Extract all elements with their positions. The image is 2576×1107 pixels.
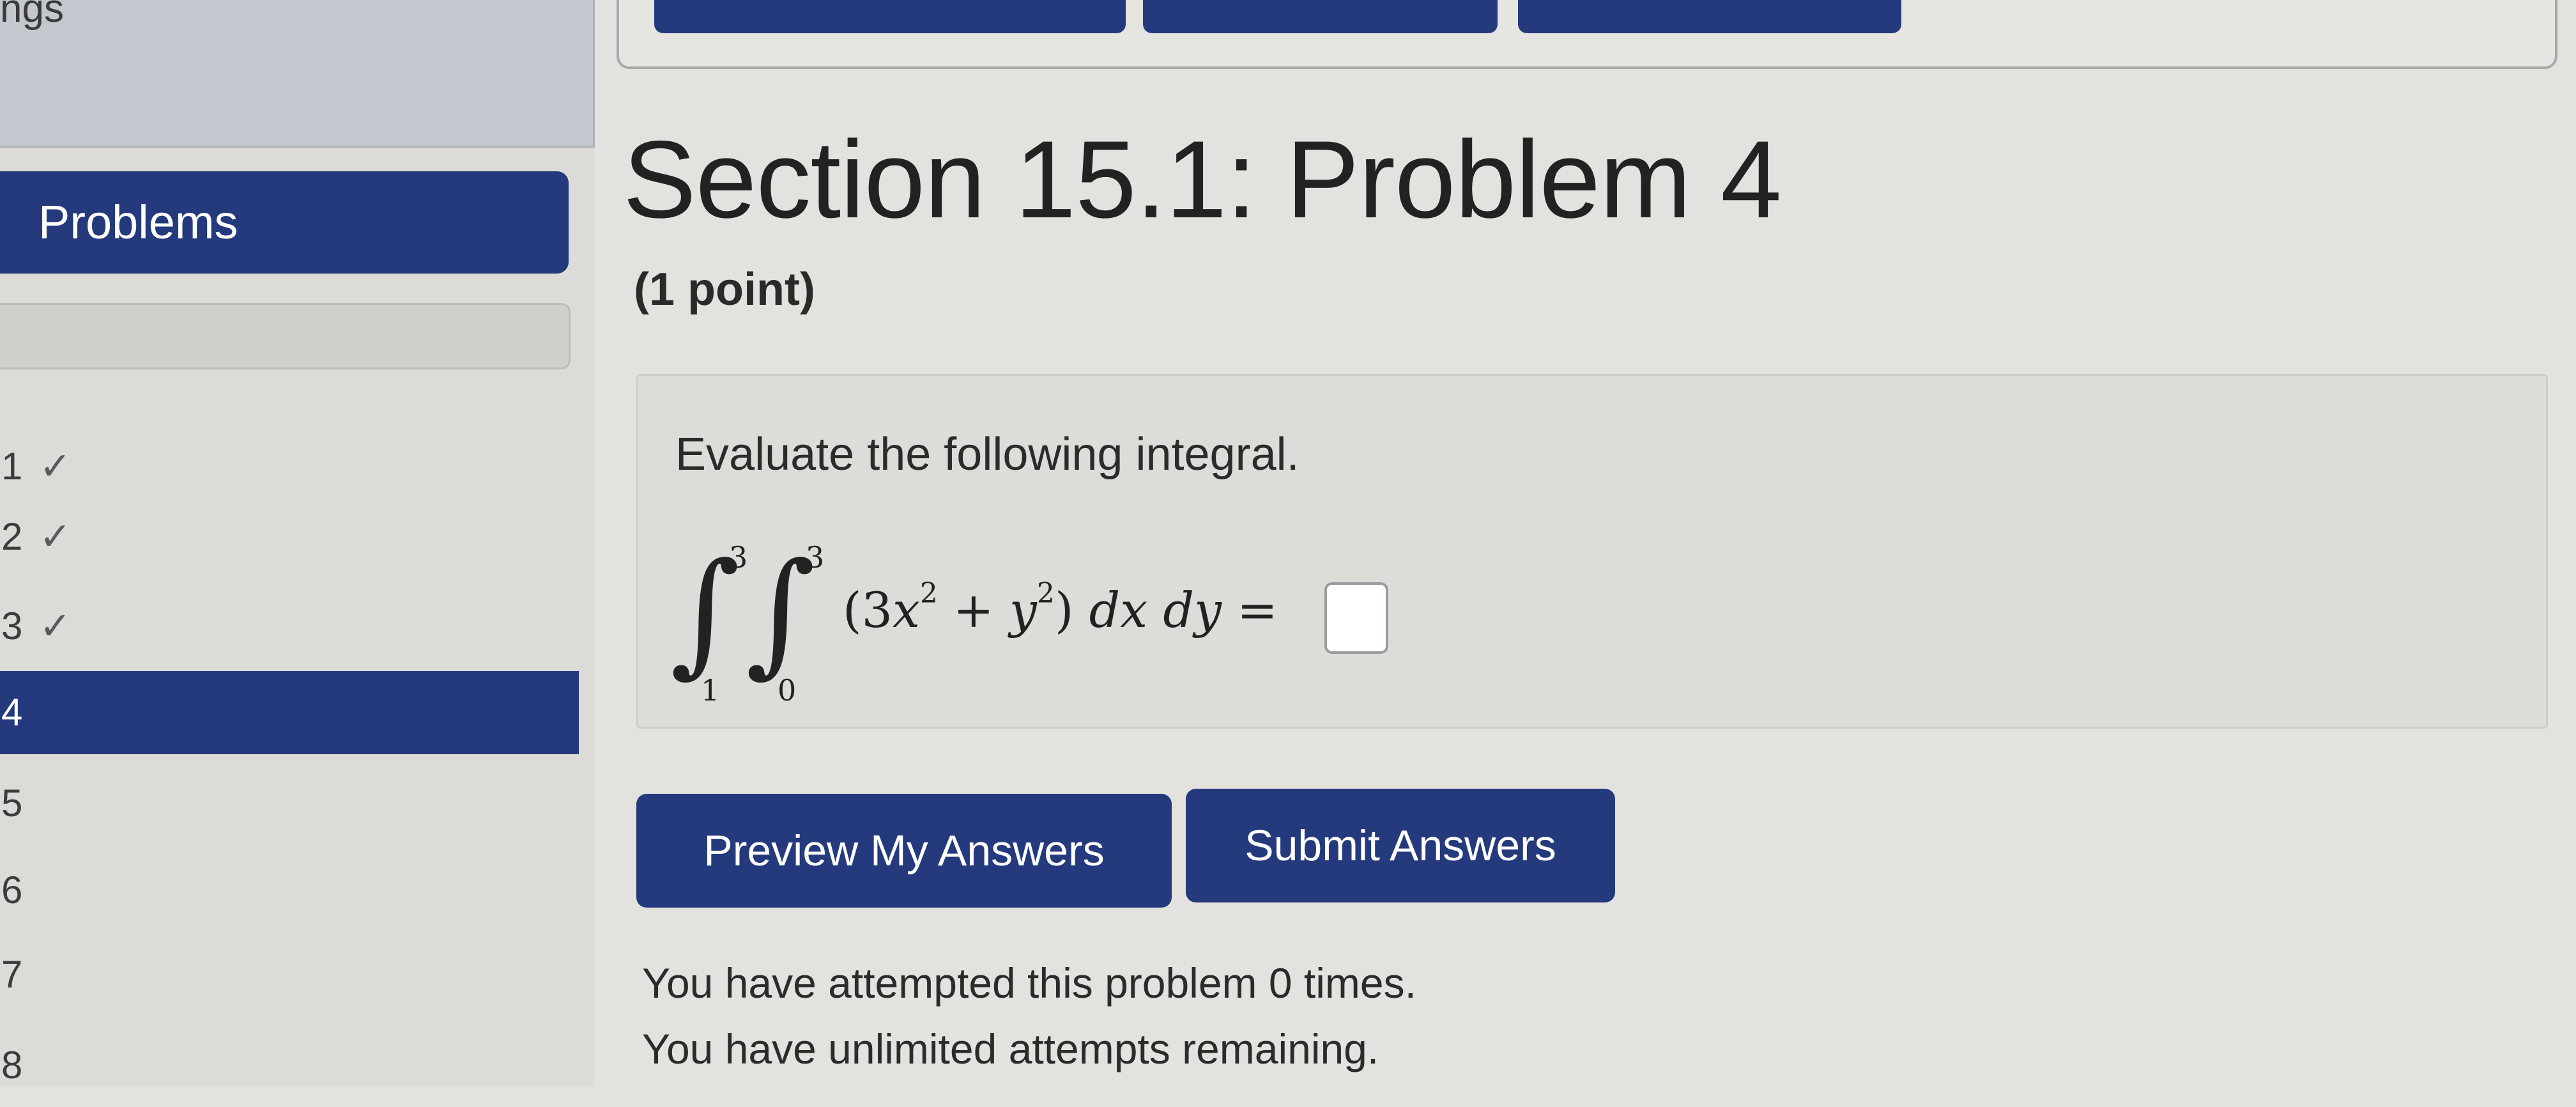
inner-integral-sign: ∫	[746, 534, 816, 690]
problem-number: 8	[1, 1044, 23, 1087]
problem-points: (1 point)	[634, 264, 815, 315]
problem-number: 7	[1, 953, 23, 996]
attempts-remaining: You have unlimited attempts remaining.	[642, 1025, 1379, 1072]
problem-number: 4	[1, 691, 23, 734]
problem-statement-box: Evaluate the following integral. ∫ 3 1 ∫…	[636, 374, 2548, 729]
problem-number: 6	[1, 869, 23, 911]
sidebar-top-label[interactable]: ngs	[0, 0, 64, 31]
inner-upper-limit: 3	[806, 540, 825, 575]
answer-input[interactable]	[1324, 582, 1388, 654]
problem-number: 2	[1, 515, 23, 558]
problem-number: 5	[1, 782, 23, 824]
integral-expression: ∫ 3 1 ∫ 3 0 (3x2 + y2) dx dy =	[670, 534, 1388, 708]
nav-button-next[interactable]	[1518, 0, 1901, 33]
problem-link-6[interactable]: 6	[0, 849, 579, 932]
nav-button-list[interactable]	[1143, 0, 1498, 33]
check-icon: ✓	[39, 515, 72, 558]
integrand: (3x2 + y2) dx dy =	[843, 577, 1278, 639]
problems-header: Problems	[0, 171, 569, 274]
problem-link-3[interactable]: 3 ✓	[0, 585, 579, 668]
nav-button-previous[interactable]	[654, 0, 1126, 33]
problem-number: 3	[1, 605, 23, 647]
outer-lower-limit: 1	[701, 673, 720, 708]
outer-upper-limit: 3	[729, 540, 748, 575]
sidebar-top-panel: ngs	[0, 0, 595, 148]
preview-answers-button[interactable]: Preview My Answers	[636, 794, 1172, 908]
attempts-status: You have attempted this problem 0 times.	[642, 959, 1416, 1007]
problem-link-7[interactable]: 7	[0, 933, 579, 1016]
sidebar: ngs Problems 1 ✓ 2 ✓ 3 ✓ 4 5 6 7 8	[0, 0, 595, 1087]
problem-link-2[interactable]: 2 ✓	[0, 495, 579, 578]
top-navigation-bar	[617, 0, 2557, 69]
check-icon: ✓	[39, 445, 72, 488]
check-icon: ✓	[39, 605, 72, 647]
problem-link-4-active[interactable]: 4	[0, 671, 579, 754]
submit-answers-button[interactable]: Submit Answers	[1186, 789, 1615, 902]
problem-link-5[interactable]: 5	[0, 762, 579, 845]
problem-link-8[interactable]: 8	[0, 1024, 579, 1107]
problem-prompt: Evaluate the following integral.	[675, 429, 1300, 480]
sidebar-progress-bar	[0, 303, 571, 369]
inner-lower-limit: 0	[778, 673, 797, 708]
page-title: Section 15.1: Problem 4	[623, 118, 1782, 241]
